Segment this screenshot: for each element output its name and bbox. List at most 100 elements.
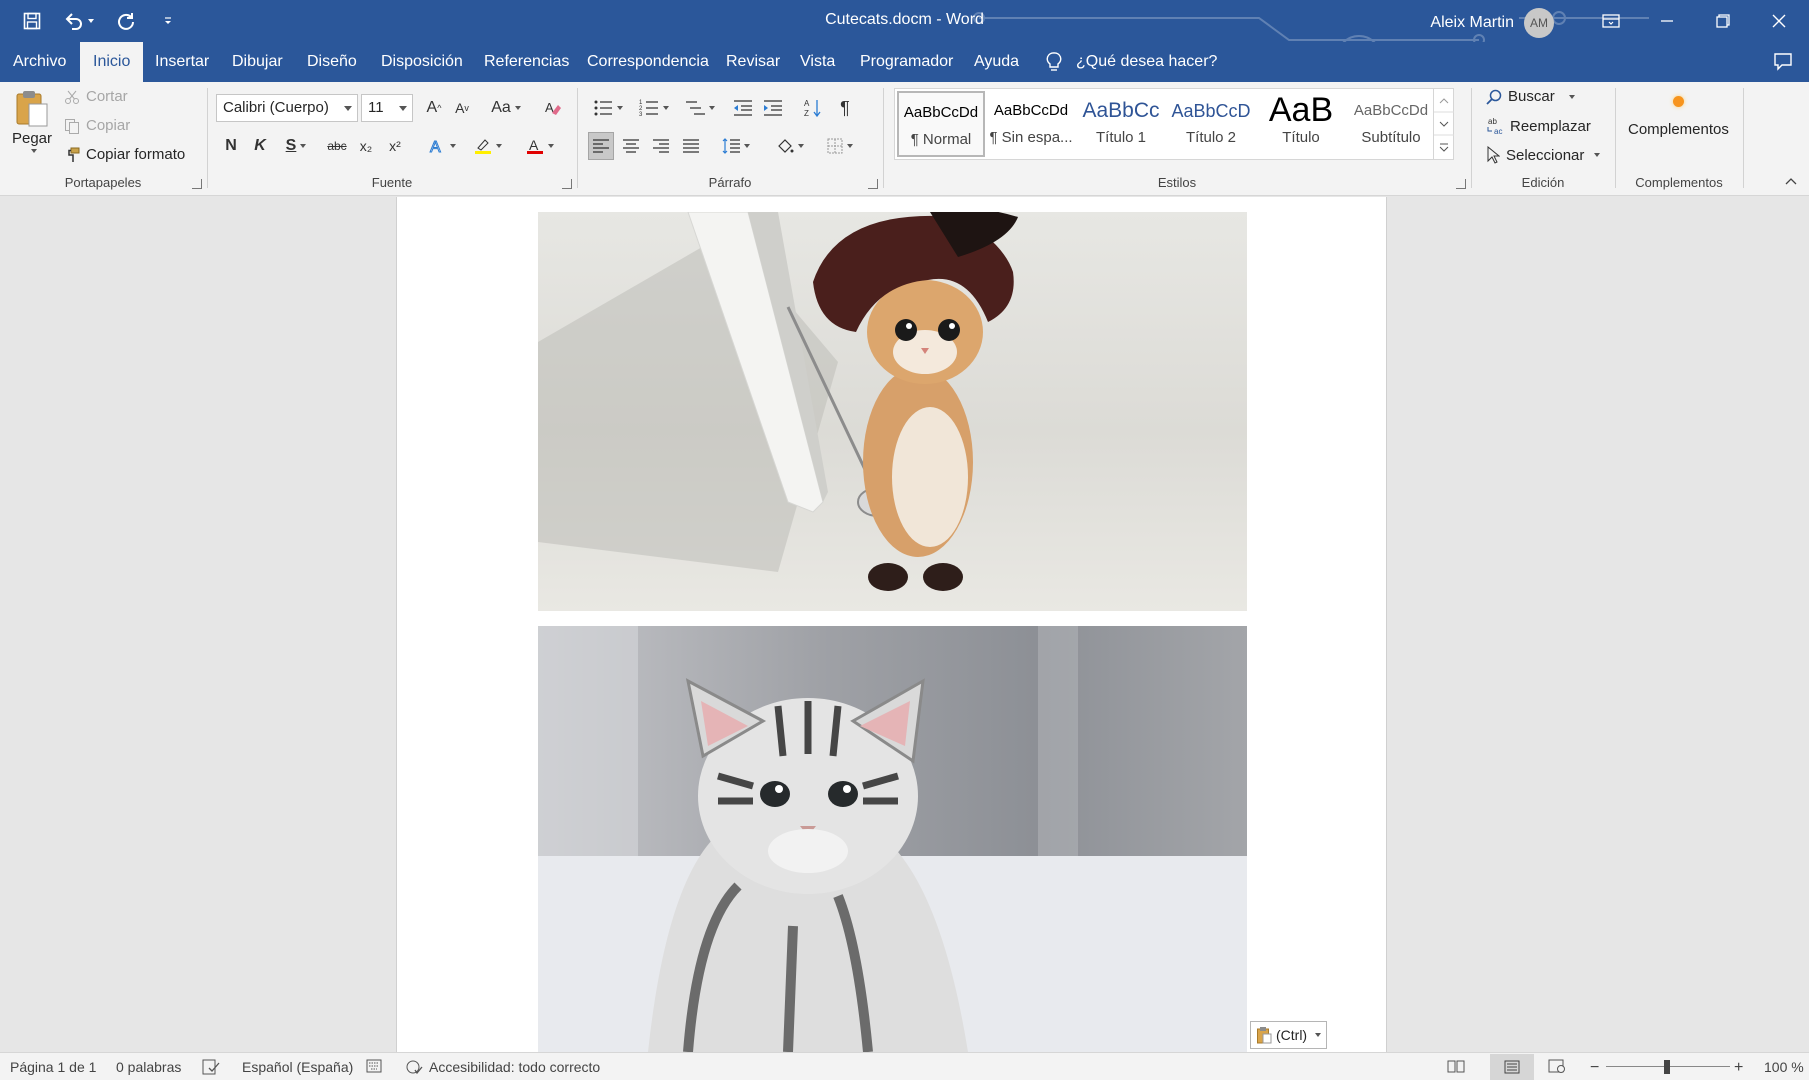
- read-mode-button[interactable]: [1447, 1059, 1465, 1073]
- line-spacing-button[interactable]: [716, 132, 756, 160]
- replace-label: Reemplazar: [1510, 117, 1591, 135]
- align-center-button[interactable]: [618, 132, 644, 160]
- style-preview: AaBbCcD: [1171, 101, 1251, 121]
- close-button[interactable]: [1751, 0, 1807, 42]
- tab-revisar[interactable]: Revisar: [713, 42, 793, 82]
- find-button[interactable]: Buscar: [1486, 88, 1575, 105]
- bullets-button[interactable]: [588, 94, 628, 122]
- decrease-indent-button[interactable]: [730, 94, 756, 122]
- paste-options-button[interactable]: (Ctrl): [1250, 1021, 1327, 1049]
- style-heading-2[interactable]: AaBbCcD Título 2: [1167, 91, 1255, 157]
- select-button[interactable]: Seleccionar: [1486, 146, 1601, 164]
- restore-button[interactable]: [1695, 0, 1751, 42]
- text-effects-button[interactable]: A: [422, 132, 462, 160]
- replace-button[interactable]: ab ac Reemplazar: [1486, 117, 1591, 135]
- ribbon-display-options-button[interactable]: [1583, 0, 1639, 42]
- comments-button[interactable]: [1773, 51, 1793, 75]
- tabby-kitten-image[interactable]: [538, 626, 1247, 1052]
- underline-button[interactable]: S: [276, 132, 316, 160]
- cat-with-hat-image[interactable]: [538, 212, 1247, 611]
- font-color-icon: A: [527, 137, 543, 154]
- tab-dibujar[interactable]: Dibujar: [219, 42, 296, 82]
- comment-icon: [1774, 53, 1792, 71]
- borders-button[interactable]: [820, 132, 860, 160]
- paragraph-dialog-launcher[interactable]: [868, 179, 878, 189]
- styles-dialog-launcher[interactable]: [1456, 179, 1466, 189]
- paste-dropdown-icon[interactable]: [31, 149, 37, 153]
- cut-button[interactable]: Cortar: [64, 88, 128, 105]
- justify-button[interactable]: [678, 132, 704, 160]
- tab-inicio[interactable]: Inicio: [80, 42, 144, 82]
- tab-archivo[interactable]: Archivo: [0, 42, 79, 82]
- tab-ayuda[interactable]: Ayuda: [961, 42, 1032, 82]
- shading-button[interactable]: [770, 132, 810, 160]
- zoom-level[interactable]: 100 %: [1764, 1059, 1804, 1075]
- clear-formatting-button[interactable]: A: [540, 94, 566, 122]
- tell-me-search[interactable]: ¿Qué desea hacer?: [1046, 42, 1217, 82]
- shrink-font-button[interactable]: Av: [449, 94, 475, 122]
- style-heading-1[interactable]: AaBbCc Título 1: [1077, 91, 1165, 157]
- style-label: ¶ Normal: [910, 131, 972, 148]
- avatar[interactable]: AM: [1524, 8, 1554, 38]
- font-size-combo[interactable]: 11: [361, 94, 413, 122]
- proofing-status[interactable]: [202, 1059, 220, 1075]
- select-label: Seleccionar: [1506, 146, 1585, 164]
- show-marks-button[interactable]: ¶: [832, 94, 858, 122]
- print-layout-button[interactable]: [1490, 1054, 1534, 1080]
- align-left-button[interactable]: [588, 132, 614, 160]
- addins-button[interactable]: Complementos: [1628, 96, 1729, 138]
- zoom-out-button[interactable]: −: [1590, 1059, 1599, 1077]
- font-dialog-launcher[interactable]: [562, 179, 572, 189]
- tab-vista[interactable]: Vista: [787, 42, 848, 82]
- copy-button[interactable]: Copiar: [64, 117, 130, 134]
- italic-button[interactable]: K: [247, 132, 273, 160]
- keyboard-icon: [366, 1059, 382, 1073]
- user-name: Aleix Martin: [1430, 14, 1514, 31]
- increase-indent-button[interactable]: [760, 94, 786, 122]
- strikethrough-button[interactable]: abc: [324, 132, 350, 160]
- text-predictions-status[interactable]: [366, 1059, 382, 1073]
- font-color-button[interactable]: A: [520, 132, 560, 160]
- style-subtitle[interactable]: AaBbCcDd Subtítulo: [1347, 91, 1435, 157]
- tab-insertar[interactable]: Insertar: [142, 42, 222, 82]
- minimize-icon: [1661, 20, 1673, 22]
- styles-scroll[interactable]: [1433, 89, 1454, 159]
- tab-diseno[interactable]: Diseño: [294, 42, 370, 82]
- numbering-button[interactable]: 123: [634, 94, 674, 122]
- superscript-button[interactable]: x²: [382, 132, 408, 160]
- multilevel-list-button[interactable]: [680, 94, 720, 122]
- tab-programador[interactable]: Programador: [847, 42, 966, 82]
- sort-button[interactable]: AZ: [800, 94, 826, 122]
- style-title[interactable]: AaB Título: [1257, 91, 1345, 157]
- divider: [1743, 88, 1744, 188]
- change-case-button[interactable]: Aa: [486, 94, 526, 122]
- user-account[interactable]: Aleix Martin AM: [1430, 8, 1554, 38]
- subscript-button[interactable]: x₂: [353, 132, 379, 160]
- tabby-kitten-picture: [538, 626, 1247, 1052]
- web-layout-button[interactable]: [1548, 1059, 1566, 1073]
- highlight-button[interactable]: [468, 132, 508, 160]
- accessibility-status[interactable]: Accesibilidad: todo correcto: [405, 1059, 600, 1075]
- language-status[interactable]: Español (España): [242, 1059, 353, 1075]
- zoom-slider-thumb[interactable]: [1664, 1060, 1670, 1074]
- font-name-combo[interactable]: Calibri (Cuerpo): [216, 94, 358, 122]
- tab-disposicion[interactable]: Disposición: [368, 42, 476, 82]
- collapse-ribbon-button[interactable]: [1785, 172, 1797, 189]
- addins-group: Complementos Complementos: [1616, 82, 1742, 196]
- minimize-button[interactable]: [1639, 0, 1695, 42]
- word-count[interactable]: 0 palabras: [116, 1059, 181, 1075]
- page-count[interactable]: Página 1 de 1: [10, 1059, 96, 1075]
- style-normal[interactable]: AaBbCcDd ¶ Normal: [897, 91, 985, 157]
- style-no-spacing[interactable]: AaBbCcDd ¶ Sin espa...: [987, 91, 1075, 157]
- styles-group: AaBbCcDd ¶ Normal AaBbCcDd ¶ Sin espa...…: [884, 82, 1470, 196]
- bold-button[interactable]: N: [218, 132, 244, 160]
- paste-button[interactable]: Pegar: [8, 88, 56, 153]
- tab-referencias[interactable]: Referencias: [471, 42, 582, 82]
- align-right-button[interactable]: [648, 132, 674, 160]
- style-preview: AaBbCcDd: [1353, 102, 1429, 119]
- format-painter-button[interactable]: Copiar formato: [64, 146, 185, 163]
- zoom-in-button[interactable]: +: [1734, 1059, 1743, 1077]
- clipboard-dialog-launcher[interactable]: [192, 179, 202, 189]
- tab-correspondencia[interactable]: Correspondencia: [574, 42, 722, 82]
- grow-font-button[interactable]: A ^: [421, 94, 447, 122]
